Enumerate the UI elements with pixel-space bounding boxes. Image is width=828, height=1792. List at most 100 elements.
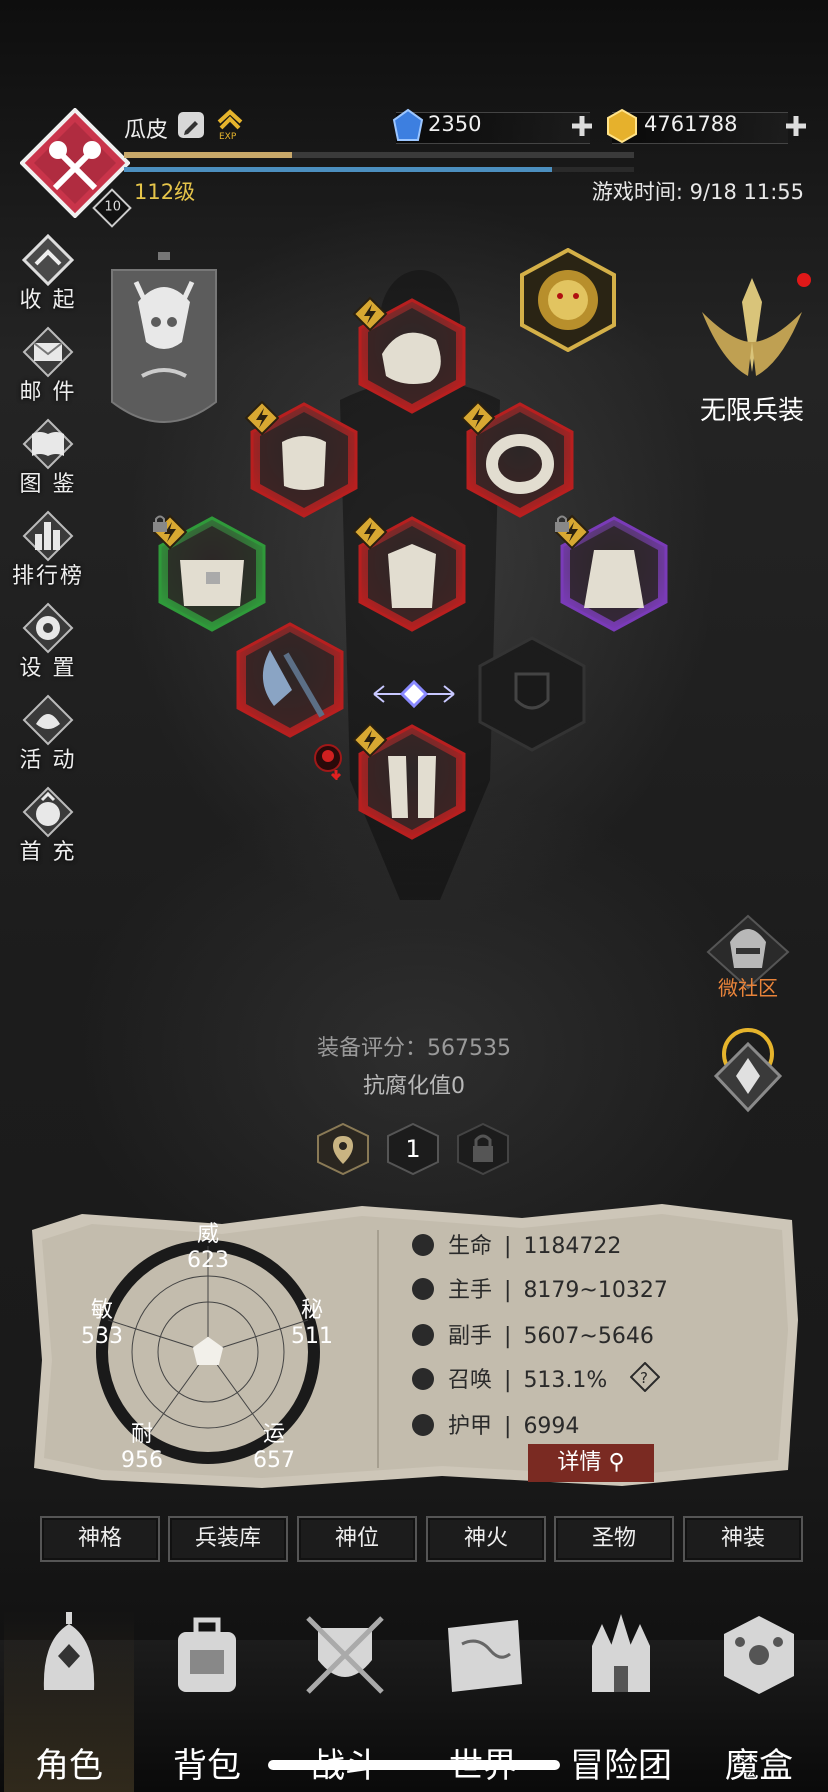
armor-icon: [412, 1414, 434, 1436]
magic-box-icon: [724, 1616, 794, 1694]
world-map-icon: [448, 1620, 522, 1692]
add-gems-button[interactable]: [570, 114, 594, 138]
stat-value: 6994: [523, 1414, 580, 1439]
nav-item-5[interactable]: 魔盒: [694, 1610, 824, 1792]
infinite-weapon-button[interactable]: 无限兵装: [684, 272, 820, 434]
gold-amount: 4761788: [644, 112, 738, 136]
gem-icon: [390, 108, 426, 144]
level-badge-text: 10: [104, 199, 121, 215]
skull-debuff-icon[interactable]: [314, 744, 342, 782]
character-helmet-icon: [43, 1612, 95, 1690]
tab-4[interactable]: 圣物: [554, 1516, 674, 1562]
nav-item-0[interactable]: 角色: [4, 1610, 134, 1792]
edit-name-icon[interactable]: [178, 112, 204, 138]
stat-separator: |: [504, 1278, 512, 1303]
stat-label: 副手: [448, 1324, 493, 1349]
radar-nai-value: 956: [121, 1448, 163, 1473]
stat-label: 护甲: [448, 1414, 493, 1439]
menu-item-label: 首 充: [19, 840, 77, 865]
necklace-slot[interactable]: [244, 400, 364, 520]
codex-icon: [22, 418, 74, 470]
tab-3[interactable]: 神火: [426, 1516, 546, 1562]
loadout-locked-button[interactable]: [456, 1122, 510, 1176]
loadout-location-button[interactable]: [316, 1122, 370, 1176]
radar-stat-yun: 运 657: [244, 1416, 304, 1473]
menu-item-6[interactable]: 首 充: [10, 784, 86, 872]
gear-icon: [22, 602, 74, 654]
stat-row: 护甲 | 6994: [412, 1408, 579, 1440]
stat-label: 召唤: [448, 1368, 493, 1393]
detail-button[interactable]: 详情 ⚲: [528, 1444, 654, 1482]
radar-yun-value: 657: [253, 1448, 295, 1473]
nav-item-label: 角色: [35, 1746, 103, 1786]
event-icon: [22, 694, 74, 746]
boots-slot[interactable]: [352, 722, 472, 842]
help-icon[interactable]: ?: [629, 1361, 661, 1393]
menu-item-0[interactable]: 收 起: [10, 232, 86, 320]
stat-separator: |: [504, 1414, 512, 1439]
guild-banner[interactable]: [108, 252, 220, 436]
first-recharge-icon: [22, 786, 74, 838]
menu-item-label: 图 鉴: [19, 472, 77, 497]
stat-row: 生命 | 1184722: [412, 1228, 621, 1260]
radar-min-label: 敏: [90, 1298, 113, 1323]
stat-separator: |: [504, 1234, 512, 1259]
menu-item-2[interactable]: 图 鉴: [10, 416, 86, 504]
upgrade-bolt-icon: [352, 514, 388, 550]
ring-slot[interactable]: [460, 400, 580, 520]
detail-button-label: 详情: [557, 1450, 602, 1475]
nav-item-label: 魔盒: [725, 1746, 793, 1786]
exp-icon[interactable]: EXP: [215, 108, 245, 142]
nav-item-label: 背包: [173, 1746, 241, 1786]
loadout-slot-button[interactable]: 1: [386, 1122, 440, 1176]
menu-item-label: 邮 件: [19, 380, 77, 405]
radar-mi-value: 511: [291, 1324, 333, 1349]
add-gold-button[interactable]: [784, 114, 808, 138]
tab-5[interactable]: 神装: [683, 1516, 803, 1562]
swap-weapon-arrows-icon[interactable]: [370, 676, 458, 712]
tab-1[interactable]: 兵装库: [168, 1516, 288, 1562]
gold-icon: [604, 108, 640, 144]
menu-item-4[interactable]: 设 置: [10, 600, 86, 688]
stat-separator: |: [504, 1324, 512, 1349]
radar-stat-nai: 耐 956: [112, 1416, 172, 1473]
off-hand-slot-frame: [478, 636, 586, 752]
nav-item-1[interactable]: 背包: [142, 1610, 272, 1792]
tab-0[interactable]: 神格: [40, 1516, 160, 1562]
upgrade-bolt-icon: [352, 296, 388, 332]
off-hand-slot[interactable]: [472, 634, 592, 754]
menu-item-label: 活 动: [19, 748, 77, 773]
player-name: 瓜皮: [124, 118, 169, 143]
community-button[interactable]: 微社区: [700, 912, 796, 1008]
chest-slot[interactable]: [352, 514, 472, 634]
menu-item-1[interactable]: 邮 件: [10, 324, 86, 412]
menu-item-5[interactable]: 活 动: [10, 692, 86, 780]
exp-label: EXP: [219, 132, 237, 140]
menu-item-label: 收 起: [19, 288, 77, 313]
lock-icon: [153, 515, 167, 532]
radar-nai-label: 耐: [130, 1422, 153, 1447]
exp-fill: [124, 152, 293, 158]
stat-value: 1184722: [523, 1234, 622, 1259]
menu-item-3[interactable]: 排行榜: [10, 508, 86, 596]
svg-text:?: ?: [640, 1369, 648, 1387]
menu-item-label: 排行榜: [11, 564, 84, 589]
stat-separator: |: [504, 1368, 512, 1393]
radar-wei-value: 623: [187, 1248, 229, 1273]
belt-slot[interactable]: [152, 514, 272, 634]
progress-fill: [124, 167, 553, 172]
nav-item-4[interactable]: 冒险团: [556, 1610, 686, 1792]
stat-value: 513.1%: [523, 1368, 608, 1393]
stat-row: 副手 | 5607~5646: [412, 1318, 654, 1350]
stat-row: 主手 | 8179~10327: [412, 1272, 668, 1304]
tab-2[interactable]: 神位: [297, 1516, 417, 1562]
home-indicator[interactable]: [268, 1760, 560, 1770]
rank-crest-icon[interactable]: [700, 1024, 796, 1114]
heart-icon: [412, 1234, 434, 1256]
main-weapon-slot[interactable]: [230, 620, 350, 740]
radar-stat-min: 敏 533: [72, 1292, 132, 1349]
loadout-number: 1: [405, 1135, 421, 1163]
helmet-slot[interactable]: [352, 296, 472, 416]
game-time: 游戏时间: 9/18 11:55: [591, 180, 804, 204]
cloak-slot[interactable]: [554, 514, 674, 634]
